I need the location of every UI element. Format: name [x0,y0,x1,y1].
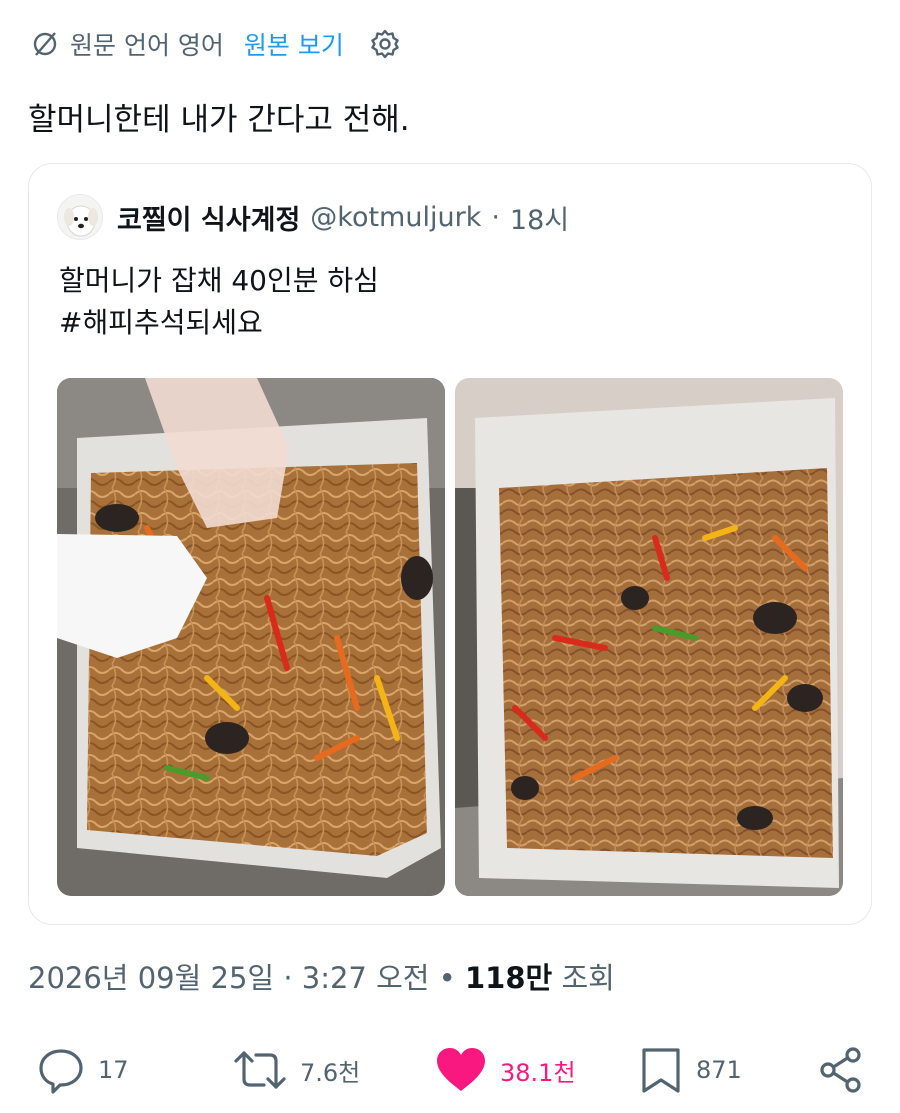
reply-button[interactable]: 17 [36,1040,129,1100]
quoted-tweet-time[interactable]: 18시 [510,198,569,237]
tweet-text: 할머니한테 내가 간다고 전해. [28,102,410,138]
bookmark-count: 871 [696,1056,742,1084]
retweet-count: 7.6천 [300,1058,361,1087]
reply-icon [39,1049,83,1094]
avatar[interactable] [57,194,103,240]
quoted-photo-1[interactable] [57,378,445,896]
views-label: 조회 [561,961,615,995]
source-language-label: 원문 언어 영어 [70,31,224,60]
retweet-button[interactable]: 7.6천 [232,1040,360,1100]
quoted-author-handle[interactable]: @kotmuljurk [310,202,481,233]
action-bar: 17 7.6천 38.1천 871 [0,1040,900,1100]
quoted-tweet-text: 할머니가 잡채 40인분 하심 #해피추석되세요 [59,260,379,344]
quoted-text-line: 할머니가 잡채 40인분 하심 [59,264,379,297]
share-button[interactable] [816,1040,866,1100]
like-count: 38.1천 [500,1058,576,1087]
translate-icon [30,29,60,59]
quoted-tweet-card[interactable]: 코찔이 식사계정 @kotmuljurk · 18시 할머니가 잡채 40인분 … [28,163,872,925]
tweet-time[interactable]: 3:27 오전 [302,961,430,995]
gear-icon[interactable] [368,27,402,61]
separator-dot: · [491,201,500,233]
like-button[interactable]: 38.1천 [434,1040,576,1100]
heart-icon [437,1048,485,1091]
separator-dot: • [438,961,456,995]
tweet-meta: 2026년 09월 25일 · 3:27 오전 • 118만 조회 [28,955,615,997]
translation-bar: 원문 언어 영어 원본 보기 [30,26,402,62]
share-icon [820,1047,861,1093]
hashtag-link[interactable]: #해피추석되세요 [59,302,379,344]
separator-dot: · [283,961,293,995]
show-original-link[interactable]: 원본 보기 [244,26,344,62]
views-count: 118만 [465,961,553,995]
retweet-icon [234,1051,286,1089]
bookmark-icon [642,1048,680,1093]
tweet-date[interactable]: 2026년 09월 25일 [28,961,274,995]
bookmark-button[interactable]: 871 [638,1040,742,1100]
quoted-tweet-header: 코찔이 식사계정 @kotmuljurk · 18시 [57,192,569,242]
quoted-photo-2[interactable] [455,378,843,896]
reply-count: 17 [98,1056,129,1084]
quoted-author-name[interactable]: 코찔이 식사계정 [117,198,300,237]
